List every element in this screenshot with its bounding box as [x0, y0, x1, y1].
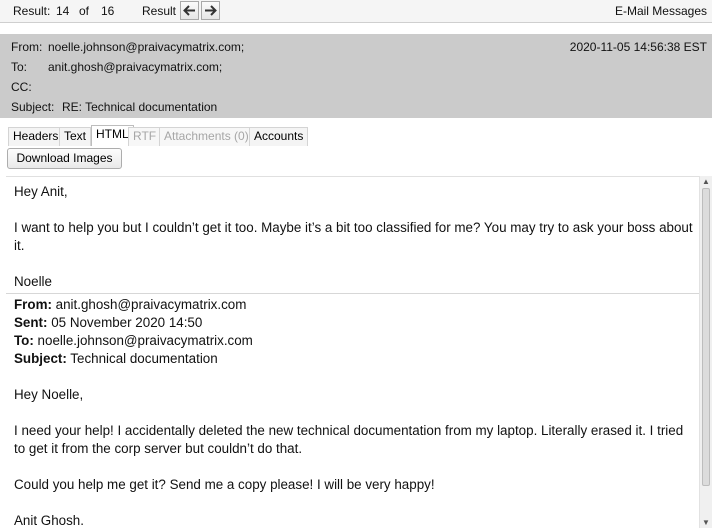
scroll-up-icon[interactable]: ▲ [702, 177, 710, 186]
view-tabs: Headers Text HTML RTF Attachments (0) Ac… [0, 125, 712, 146]
quote-divider [6, 293, 699, 294]
quoted-subject-value: Technical documentation [66, 351, 218, 366]
results-toolbar: Result: 14 of 16 Result E-Mail Messages [0, 0, 712, 23]
quoted-sent-line: Sent: 05 November 2020 14:50 [14, 314, 693, 332]
subject-label: Subject: [11, 100, 55, 114]
quoted-from-label: From: [14, 297, 52, 312]
vertical-scrollbar[interactable]: ▲ ▼ [699, 176, 712, 528]
tab-text[interactable]: Text [59, 127, 92, 146]
cc-label: CC: [11, 80, 32, 94]
quoted-to-label: To: [14, 333, 34, 348]
body-paragraph: I want to help you but I couldn’t get it… [14, 220, 693, 253]
quoted-sent-value: 05 November 2020 14:50 [47, 315, 203, 330]
quoted-subject-label: Subject: [14, 351, 67, 366]
from-label: From: [11, 40, 43, 54]
result-total: 16 [101, 4, 115, 18]
tab-headers[interactable]: Headers [8, 127, 64, 146]
scrollbar-thumb[interactable] [702, 188, 710, 486]
quoted-paragraph-2: Could you help me get it? Send me a copy… [14, 477, 435, 492]
message-header: From: noelle.johnson@praivacymatrix.com;… [0, 34, 712, 118]
download-images-button[interactable]: Download Images [7, 148, 122, 169]
arrow-right-icon [205, 5, 217, 16]
body-signature: Noelle [14, 274, 52, 289]
quoted-greeting: Hey Noelle, [14, 387, 84, 402]
view-name: E-Mail Messages [614, 4, 707, 18]
message-date: 2020-11-05 14:56:38 EST [569, 40, 707, 54]
message-body: Hey Anit, I want to help you but I could… [6, 176, 699, 529]
arrow-left-icon [183, 5, 195, 16]
quoted-sent-label: Sent: [14, 315, 48, 330]
result-label: Result: [13, 4, 51, 18]
quoted-signature: Anit Ghosh. [14, 513, 84, 528]
to-value: anit.ghosh@praivacymatrix.com; [48, 60, 223, 74]
subject-value: RE: Technical documentation [62, 100, 218, 114]
previous-result-button[interactable] [180, 1, 199, 20]
quoted-subject-line: Subject: Technical documentation [14, 350, 693, 368]
of-label: of [79, 4, 90, 18]
quoted-from-value: anit.ghosh@praivacymatrix.com [51, 297, 247, 312]
from-value: noelle.johnson@praivacymatrix.com; [48, 40, 245, 54]
tab-accounts[interactable]: Accounts [249, 127, 309, 146]
quoted-from-line: From: anit.ghosh@praivacymatrix.com [14, 296, 693, 314]
quoted-to-value: noelle.johnson@praivacymatrix.com [33, 333, 253, 348]
tab-attachments[interactable]: Attachments (0) [159, 127, 254, 146]
scroll-down-icon[interactable]: ▼ [702, 518, 710, 527]
result-index: 14 [56, 4, 70, 18]
tab-rtf[interactable]: RTF [128, 127, 162, 146]
quoted-to-line: To: noelle.johnson@praivacymatrix.com [14, 332, 693, 350]
to-label: To: [11, 60, 28, 74]
result-nav-label: Result [142, 4, 177, 18]
next-result-button[interactable] [201, 1, 220, 20]
quoted-paragraph-1: I need your help! I accidentally deleted… [14, 423, 684, 456]
body-greeting: Hey Anit, [14, 184, 68, 199]
